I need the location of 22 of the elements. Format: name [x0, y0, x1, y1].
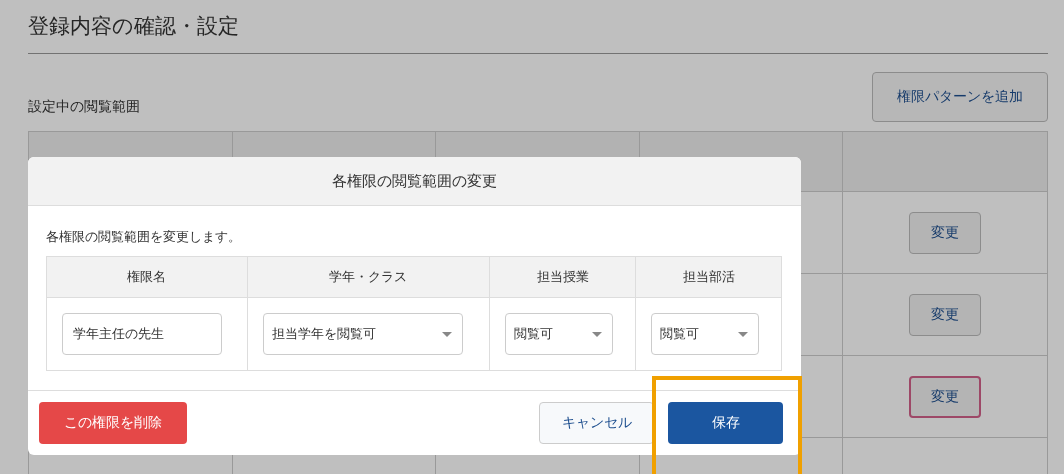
- caret-icon: [738, 331, 749, 337]
- column-header: 学年・クラス: [329, 269, 408, 284]
- column-header: 権限名: [127, 269, 167, 284]
- dropdown[interactable]: 閲覧可: [651, 313, 760, 355]
- add-pattern-button[interactable]: 権限パターンを追加: [872, 72, 1048, 122]
- section-label: 設定中の閲覧範囲: [28, 98, 140, 116]
- cancel-button[interactable]: キャンセル: [539, 402, 654, 444]
- column-header: 担当部活: [682, 269, 735, 284]
- caret-icon: [592, 331, 603, 337]
- dropdown[interactable]: 担当学年を閲覧可: [262, 313, 463, 355]
- name-field[interactable]: 学年主任の先生: [62, 313, 222, 355]
- modal-description: 各権限の閲覧範囲を変更します。: [46, 228, 242, 246]
- dropdown[interactable]: 閲覧可: [505, 313, 614, 355]
- column-header: 担当授業: [536, 269, 589, 284]
- caret-icon: [441, 331, 452, 337]
- change-button[interactable]: 変更: [909, 211, 982, 254]
- modal-title: 各権限の閲覧範囲の変更: [332, 171, 497, 191]
- page-title: 登録内容の確認・設定: [28, 13, 240, 40]
- change-button[interactable]: 変更: [909, 293, 982, 336]
- save-button[interactable]: 保存: [668, 402, 783, 444]
- change-button[interactable]: 変更: [909, 375, 982, 418]
- delete-button[interactable]: この権限を削除: [39, 402, 187, 444]
